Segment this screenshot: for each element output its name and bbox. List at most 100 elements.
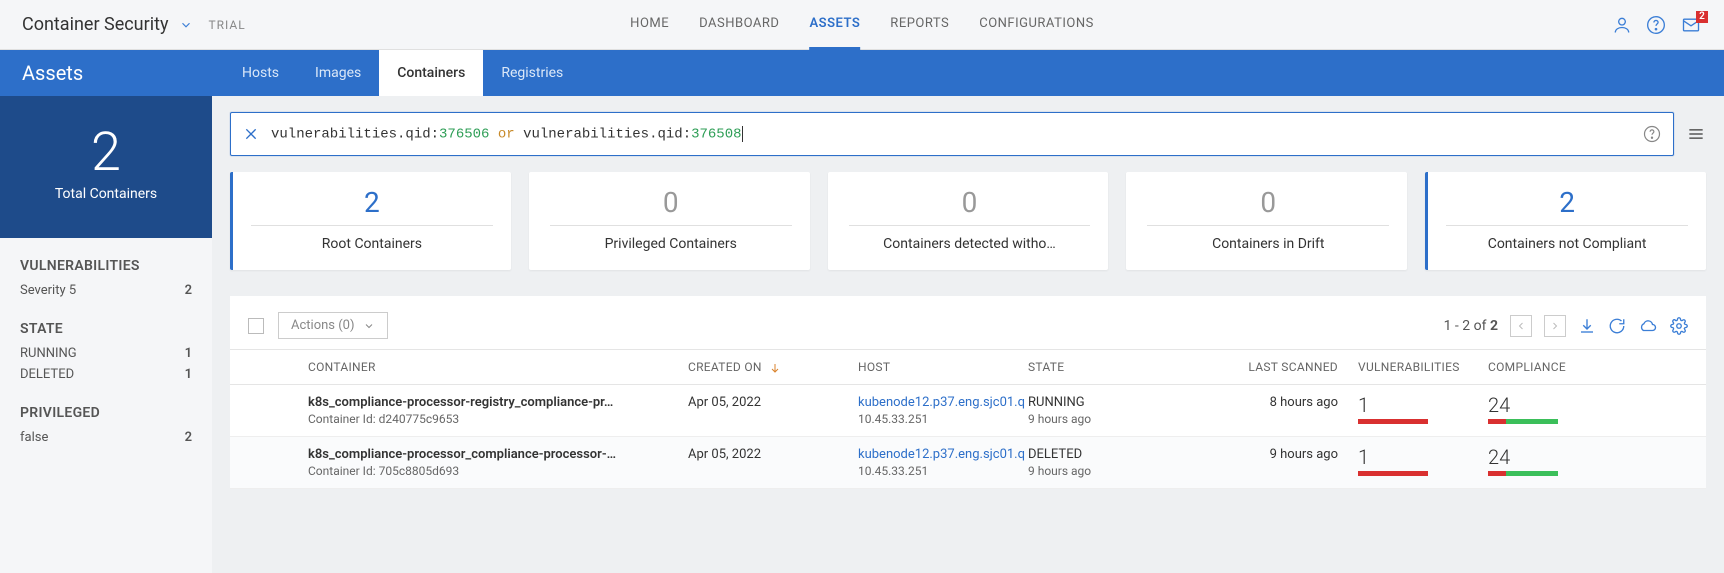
- search-help-icon[interactable]: [1643, 125, 1661, 143]
- table-header: CONTAINER CREATED ON HOST STATE LAST SCA…: [230, 349, 1706, 385]
- row-sub: Container Id: 705c8805d693: [308, 464, 688, 478]
- table-toolbar-right: 1 - 2 of 2: [1444, 315, 1688, 337]
- stat-cards: 2 Root Containers 0 Privileged Container…: [230, 172, 1706, 270]
- row-host-link[interactable]: kubenode12.p37.eng.sjc01.q: [858, 447, 1025, 462]
- row-comp-count: 24: [1488, 447, 1588, 467]
- facet-label: RUNNING: [20, 346, 77, 361]
- row-name: k8s_compliance-processor-registry_compli…: [308, 395, 688, 410]
- row-created: Apr 05, 2022: [688, 447, 858, 462]
- app-title: Container Security: [22, 14, 169, 35]
- content: vulnerabilities.qid:376506 or vulnerabil…: [212, 96, 1724, 573]
- cursor: [742, 126, 743, 142]
- vuln-bar: [1358, 419, 1428, 424]
- chevron-down-icon: [363, 320, 375, 332]
- search-query: vulnerabilities.qid:376506 or vulnerabil…: [271, 126, 1643, 143]
- nav-home[interactable]: HOME: [630, 0, 669, 50]
- page-range: 1 - 2 of 2: [1444, 318, 1498, 334]
- row-state: DELETED: [1028, 447, 1238, 462]
- row-scanned: 8 hours ago: [1238, 395, 1358, 410]
- th-container[interactable]: CONTAINER: [308, 360, 688, 374]
- row-state: RUNNING: [1028, 395, 1238, 410]
- sidebar: 2 Total Containers VULNERABILITIES Sever…: [0, 96, 212, 573]
- tab-registries[interactable]: Registries: [483, 50, 581, 96]
- facet-label: false: [20, 430, 48, 445]
- tab-images[interactable]: Images: [297, 50, 379, 96]
- card-root-containers[interactable]: 2 Root Containers: [230, 172, 511, 270]
- total-count: 2: [0, 126, 212, 180]
- th-host[interactable]: HOST: [858, 360, 1028, 374]
- facet-vulnerabilities: VULNERABILITIES Severity 5 2: [0, 238, 212, 301]
- trial-badge: TRIAL: [209, 18, 246, 32]
- row-host-link[interactable]: kubenode12.p37.eng.sjc01.q: [858, 395, 1025, 410]
- search-row: vulnerabilities.qid:376506 or vulnerabil…: [230, 112, 1706, 156]
- nav-assets[interactable]: ASSETS: [809, 0, 860, 50]
- facet-state: STATE RUNNING 1 DELETED 1: [0, 301, 212, 385]
- facet-value: 2: [185, 283, 192, 298]
- refresh-icon[interactable]: [1608, 317, 1626, 335]
- th-created[interactable]: CREATED ON: [688, 360, 858, 374]
- facet-row-deleted[interactable]: DELETED 1: [20, 364, 192, 385]
- table-row[interactable]: k8s_compliance-processor-registry_compli…: [230, 385, 1706, 437]
- main: 2 Total Containers VULNERABILITIES Sever…: [0, 96, 1724, 573]
- compliance-bar: [1488, 419, 1558, 424]
- select-all-checkbox[interactable]: [248, 318, 264, 334]
- user-icon[interactable]: [1612, 15, 1632, 35]
- row-host-ip: 10.45.33.251: [858, 464, 1028, 478]
- facet-value: 1: [185, 346, 192, 361]
- search-input[interactable]: vulnerabilities.qid:376506 or vulnerabil…: [230, 112, 1674, 156]
- nav-configurations[interactable]: CONFIGURATIONS: [979, 0, 1094, 50]
- actions-button[interactable]: Actions (0): [278, 312, 388, 339]
- table-row[interactable]: k8s_compliance-processor_compliance-proc…: [230, 437, 1706, 489]
- top-nav: HOME DASHBOARD ASSETS REPORTS CONFIGURAT…: [630, 0, 1094, 50]
- th-state[interactable]: STATE: [1028, 360, 1238, 374]
- row-state-sub: 9 hours ago: [1028, 412, 1238, 426]
- table-toolbar: Actions (0) 1 - 2 of 2: [230, 306, 1706, 349]
- cloud-icon[interactable]: [1638, 317, 1658, 335]
- help-icon[interactable]: [1646, 15, 1666, 35]
- facet-title-priv: PRIVILEGED: [20, 405, 192, 421]
- facet-label: Severity 5: [20, 283, 76, 298]
- row-sub: Container Id: d240775c9653: [308, 412, 688, 426]
- row-vuln-count: 1: [1358, 395, 1488, 415]
- facet-row-running[interactable]: RUNNING 1: [20, 343, 192, 364]
- card-in-drift[interactable]: 0 Containers in Drift: [1126, 172, 1407, 270]
- row-host-ip: 10.45.33.251: [858, 412, 1028, 426]
- nav-reports[interactable]: REPORTS: [890, 0, 949, 50]
- th-vuln[interactable]: VULNERABILITIES: [1358, 360, 1488, 374]
- facet-label: DELETED: [20, 367, 74, 382]
- pager-next[interactable]: [1544, 315, 1566, 337]
- row-vuln-count: 1: [1358, 447, 1488, 467]
- facet-value: 2: [185, 430, 192, 445]
- row-name: k8s_compliance-processor_compliance-proc…: [308, 447, 688, 462]
- hamburger-icon[interactable]: [1686, 124, 1706, 144]
- page-title: Assets: [22, 61, 212, 85]
- facet-privileged: PRIVILEGED false 2: [0, 385, 212, 448]
- topbar-right: 2: [1612, 15, 1702, 35]
- assets-bar: Assets Hosts Images Containers Registrie…: [0, 50, 1724, 96]
- facet-title-state: STATE: [20, 321, 192, 337]
- row-comp-count: 24: [1488, 395, 1588, 415]
- card-not-compliant[interactable]: 2 Containers not Compliant: [1425, 172, 1706, 270]
- topbar-left: Container Security TRIAL: [22, 14, 246, 35]
- mail-badge-count: 2: [1696, 11, 1708, 23]
- app-switcher-chevron-icon[interactable]: [179, 18, 193, 32]
- assets-subtabs: Hosts Images Containers Registries: [224, 50, 581, 96]
- pager-prev[interactable]: [1510, 315, 1532, 337]
- download-icon[interactable]: [1578, 317, 1596, 335]
- tab-hosts[interactable]: Hosts: [224, 50, 297, 96]
- settings-icon[interactable]: [1670, 317, 1688, 335]
- card-privileged-containers[interactable]: 0 Privileged Containers: [529, 172, 810, 270]
- nav-dashboard[interactable]: DASHBOARD: [699, 0, 779, 50]
- th-compliance[interactable]: COMPLIANCE: [1488, 360, 1588, 374]
- clear-search-icon[interactable]: [243, 126, 259, 142]
- total-count-label: Total Containers: [0, 186, 212, 202]
- mail-icon[interactable]: 2: [1680, 15, 1702, 35]
- vuln-bar: [1358, 471, 1428, 476]
- facet-row-false[interactable]: false 2: [20, 427, 192, 448]
- row-scanned: 9 hours ago: [1238, 447, 1358, 462]
- card-detected-without[interactable]: 0 Containers detected witho…: [828, 172, 1109, 270]
- th-scanned[interactable]: LAST SCANNED: [1238, 360, 1358, 374]
- facet-title-vuln: VULNERABILITIES: [20, 258, 192, 274]
- facet-row-severity5[interactable]: Severity 5 2: [20, 280, 192, 301]
- tab-containers[interactable]: Containers: [379, 50, 483, 96]
